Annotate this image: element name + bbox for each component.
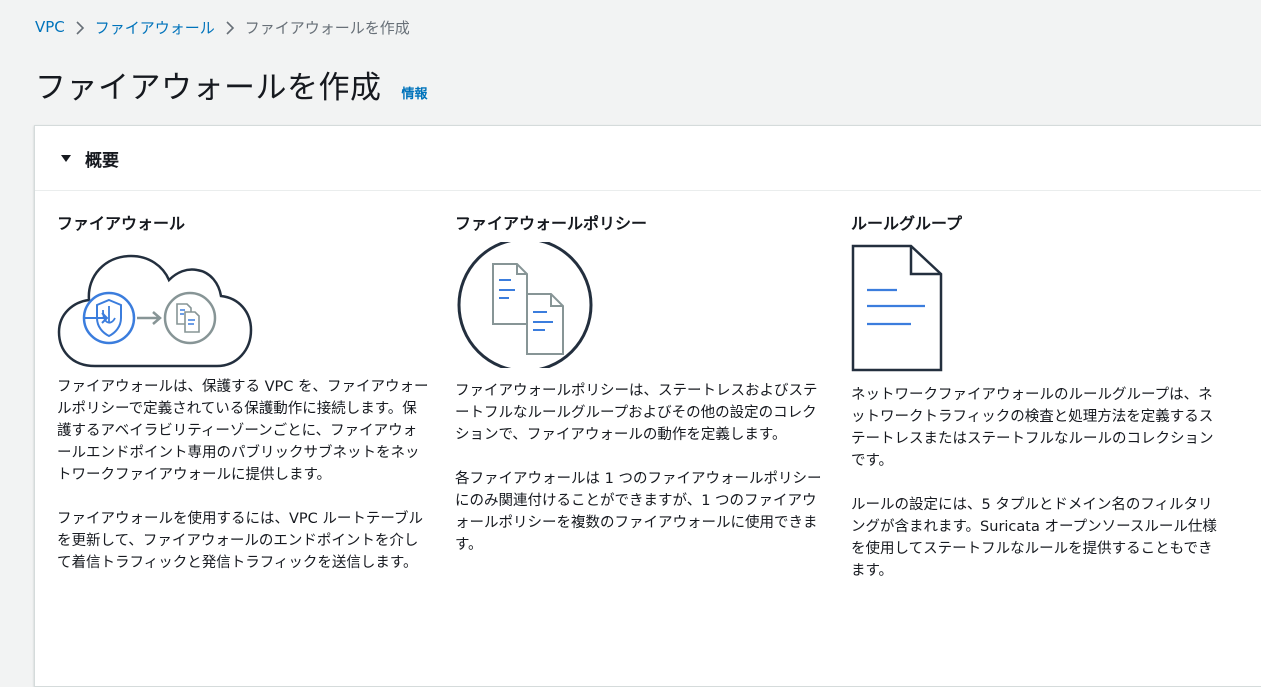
breadcrumb: VPC ファイアウォール ファイアウォールを作成 (35, 17, 410, 37)
document-icon (851, 244, 943, 372)
chevron-right-icon (65, 18, 95, 36)
caret-down-icon (61, 155, 71, 162)
rule-group-column: ルールグループ ネットワークファイアウォールのルールグループは、ネットワークトラ… (851, 214, 1223, 604)
firewall-policy-association: 各ファイアウォールは 1 つのファイアウォールポリシーにのみ関連付けることができ… (455, 471, 822, 553)
page-header: ファイアウォールを作成 情報 (35, 62, 428, 107)
overview-panel: 概要 ファイアウォール ファイアウォールは、保護する VPC を、ファイアウォー… (34, 125, 1261, 687)
rule-group-settings: ルールの設定には、5 タプルとドメイン名のフィルタリングが含まれます。Suric… (851, 497, 1217, 579)
firewall-description: ファイアウォールは、保護する VPC を、ファイアウォールポリシーで定義されてい… (57, 379, 429, 483)
rule-group-description: ネットワークファイアウォールのルールグループは、ネットワークトラフィックの検査と… (851, 387, 1214, 469)
rule-group-heading: ルールグループ (851, 214, 963, 233)
firewall-policy-heading: ファイアウォールポリシー (455, 214, 648, 233)
page-title: ファイアウォールを作成 (35, 70, 382, 106)
breadcrumb-current: ファイアウォールを作成 (244, 18, 410, 37)
firewall-column: ファイアウォール ファイアウォールは、保護する VPC を、ファイアウォールポリ… (57, 214, 429, 596)
breadcrumb-firewalls-link[interactable]: ファイアウォール (95, 17, 215, 38)
firewall-usage: ファイアウォールを使用するには、VPC ルートテーブルを更新して、ファイアウォー… (57, 511, 424, 571)
firewall-policy-column: ファイアウォールポリシー ファイアウォールポリシーは、ステートレスおよびステート… (455, 214, 827, 578)
info-link[interactable]: 情報 (402, 83, 428, 102)
cloud-firewall-icon (57, 254, 253, 368)
overview-title: 概要 (85, 150, 119, 171)
firewall-heading: ファイアウォール (57, 214, 186, 233)
breadcrumb-vpc-link[interactable]: VPC (35, 18, 65, 36)
firewall-policy-description: ファイアウォールポリシーは、ステートレスおよびステートフルなルールグループおよび… (455, 383, 818, 443)
policy-documents-icon (457, 242, 593, 368)
overview-toggle[interactable]: 概要 (35, 126, 1261, 191)
chevron-right-icon (215, 18, 245, 36)
